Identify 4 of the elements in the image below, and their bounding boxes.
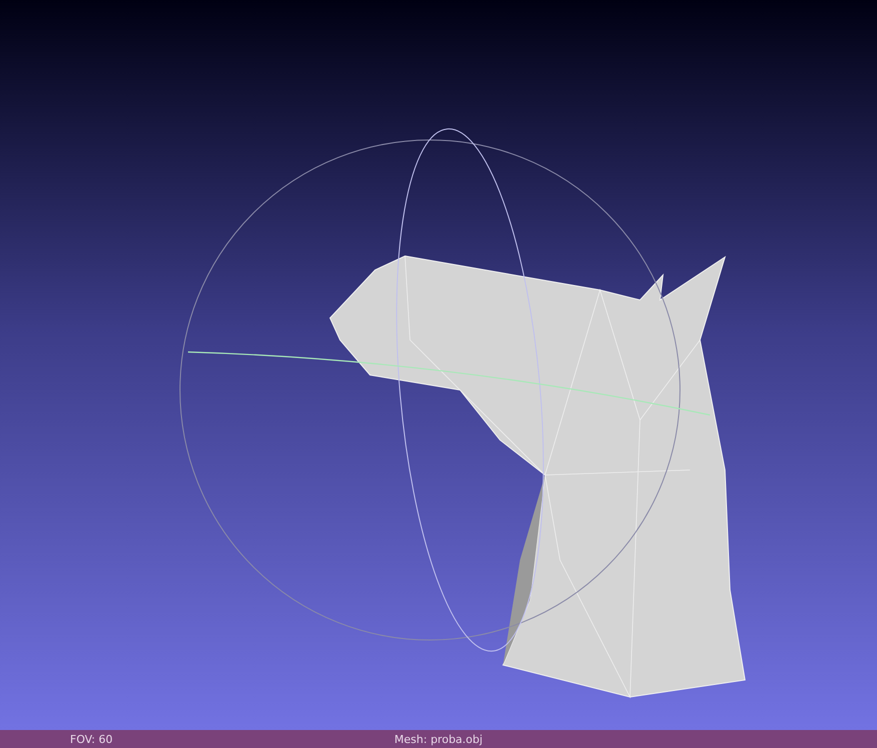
mesh-name-label: Mesh: proba.obj [393,732,484,746]
trackball-gizmo-drawing[interactable] [180,128,710,652]
3d-viewport[interactable] [0,0,877,730]
fov-label: FOV: 60 [69,732,114,746]
